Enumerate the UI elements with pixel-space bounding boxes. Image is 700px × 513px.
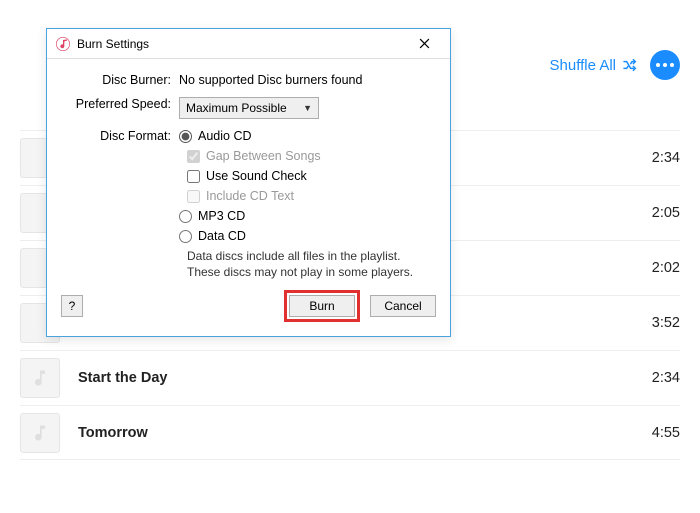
more-button[interactable]: [650, 50, 680, 80]
track-duration: 2:34: [620, 370, 680, 386]
dialog-body: Disc Burner: No supported Disc burners f…: [47, 59, 450, 336]
dialog-footer: ? Burn Cancel: [61, 290, 436, 322]
track-duration: 3:52: [620, 315, 680, 331]
audio-cd-label: Audio CD: [198, 129, 252, 143]
burn-button[interactable]: Burn: [289, 295, 355, 317]
help-button[interactable]: ?: [61, 295, 83, 317]
data-cd-note: Data discs include all files in the play…: [187, 249, 436, 280]
preferred-speed-selected: Maximum Possible: [186, 101, 287, 115]
shuffle-all-label: Shuffle All: [550, 57, 616, 74]
cancel-label: Cancel: [384, 299, 421, 313]
playlist-header: Shuffle All: [550, 50, 680, 80]
track-art: [20, 358, 60, 398]
mp3-cd-label: MP3 CD: [198, 209, 245, 223]
audio-cd-radio[interactable]: [179, 130, 192, 143]
use-sound-check-checkbox[interactable]: [187, 170, 200, 183]
dot: [663, 63, 667, 67]
shuffle-all-button[interactable]: Shuffle All: [550, 57, 638, 74]
track-duration: 4:55: [620, 425, 680, 441]
include-cd-text-checkbox: [187, 190, 200, 203]
dot: [656, 63, 660, 67]
list-item[interactable]: Tomorrow 4:55: [20, 405, 680, 460]
track-title: Start the Day: [78, 370, 620, 386]
track-duration: 2:05: [620, 205, 680, 221]
preferred-speed-label: Preferred Speed:: [61, 97, 179, 119]
burn-highlight: Burn: [284, 290, 360, 322]
burn-label: Burn: [309, 299, 334, 313]
gap-between-songs-label: Gap Between Songs: [206, 149, 321, 163]
chevron-down-icon: ▼: [303, 103, 312, 113]
disc-burner-value: No supported Disc burners found: [179, 73, 436, 87]
include-cd-text-label: Include CD Text: [206, 189, 294, 203]
note-line: These discs may not play in some players…: [187, 265, 436, 281]
dialog-title: Burn Settings: [77, 37, 404, 51]
preferred-speed-select[interactable]: Maximum Possible ▼: [179, 97, 319, 119]
use-sound-check-label: Use Sound Check: [206, 169, 307, 183]
data-cd-radio[interactable]: [179, 230, 192, 243]
list-item[interactable]: Start the Day 2:34: [20, 350, 680, 405]
data-cd-label: Data CD: [198, 229, 246, 243]
track-duration: 2:34: [620, 150, 680, 166]
gap-between-songs-checkbox: [187, 150, 200, 163]
burn-settings-dialog: Burn Settings Disc Burner: No supported …: [46, 28, 451, 337]
itunes-icon: [55, 36, 71, 52]
shuffle-icon: [622, 57, 638, 73]
mp3-cd-radio[interactable]: [179, 210, 192, 223]
note-line: Data discs include all files in the play…: [187, 249, 436, 265]
disc-format-label: Disc Format:: [61, 129, 179, 143]
close-icon: [419, 38, 430, 49]
track-title: Tomorrow: [78, 425, 620, 441]
help-label: ?: [69, 299, 76, 313]
track-art: [20, 413, 60, 453]
cancel-button[interactable]: Cancel: [370, 295, 436, 317]
titlebar[interactable]: Burn Settings: [47, 29, 450, 59]
disc-burner-label: Disc Burner:: [61, 73, 179, 87]
track-duration: 2:02: [620, 260, 680, 276]
close-button[interactable]: [404, 32, 444, 56]
dot: [670, 63, 674, 67]
